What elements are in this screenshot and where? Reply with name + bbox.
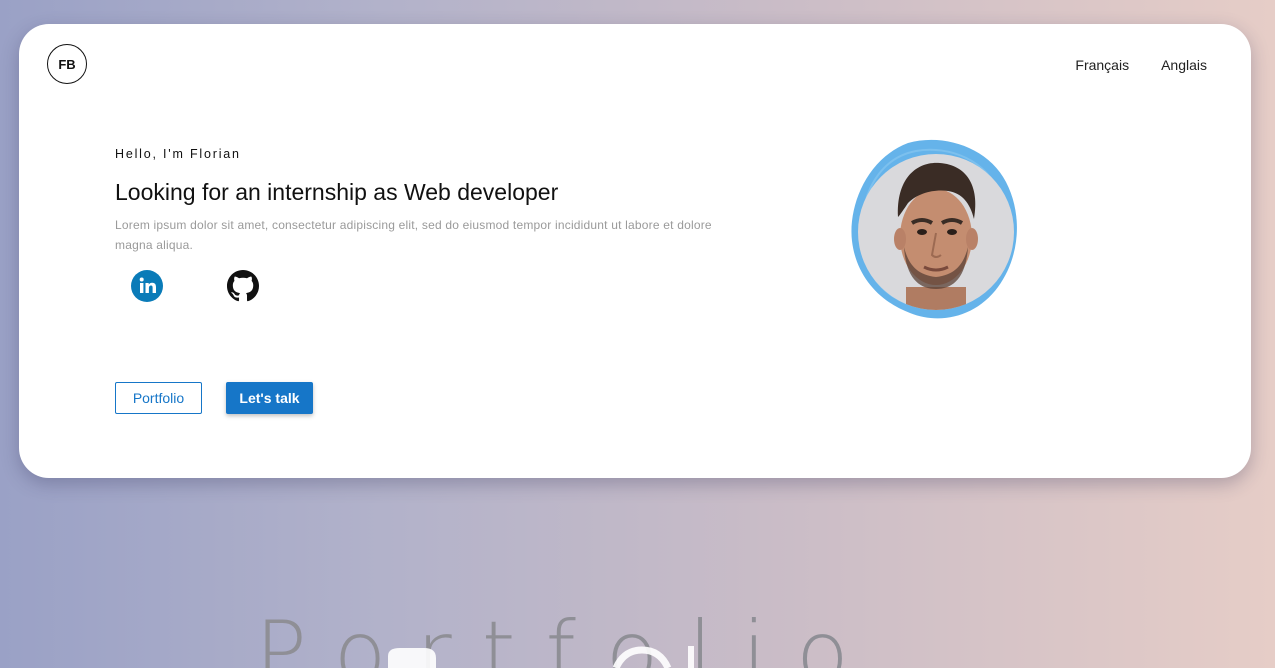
- avatar: [848, 137, 1020, 322]
- greeting: Hello, I'm Florian: [115, 147, 241, 161]
- logo[interactable]: FB: [47, 44, 87, 84]
- social-links: [131, 270, 259, 302]
- github-icon[interactable]: [227, 270, 259, 302]
- language-nav: Français Anglais: [1075, 57, 1207, 73]
- description: Lorem ipsum dolor sit amet, consectetur …: [115, 218, 712, 252]
- portfolio-button[interactable]: Portfolio: [115, 382, 202, 414]
- decorative-shapes: [388, 646, 694, 668]
- language-link-french[interactable]: Français: [1075, 57, 1129, 73]
- logo-text: FB: [58, 56, 76, 72]
- hero-card: FB Français Anglais Hello, I'm Florian L…: [19, 24, 1251, 478]
- lets-talk-button[interactable]: Let's talk: [226, 382, 313, 414]
- language-link-english[interactable]: Anglais: [1161, 57, 1207, 73]
- headline: Looking for an internship as Web develop…: [115, 179, 559, 205]
- linkedin-icon[interactable]: [131, 270, 163, 302]
